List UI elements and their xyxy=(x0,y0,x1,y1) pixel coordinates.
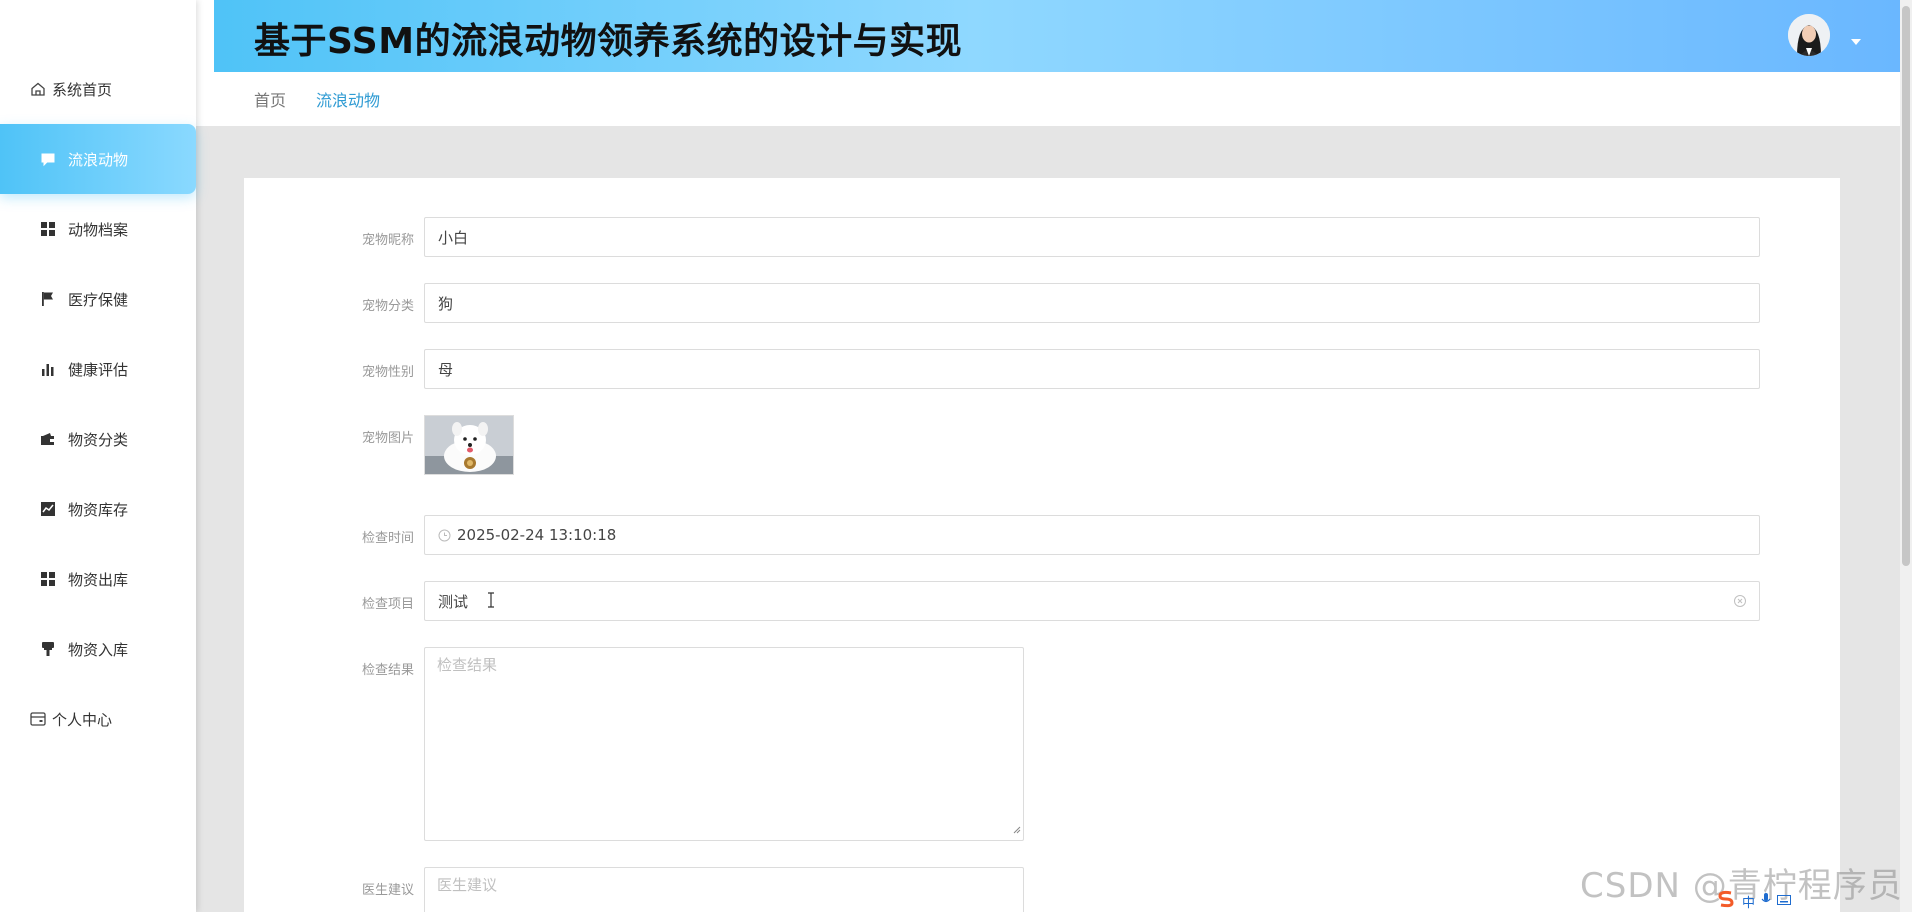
sidebar-item-label: 物资出库 xyxy=(68,570,129,589)
detail-form: 宠物昵称 小白 宠物分类 狗 宠物性别 母 宠物图片 检查时间 2025-02-… xyxy=(244,178,1840,912)
ime-mode-label[interactable]: 中 xyxy=(1742,892,1755,911)
grid-icon xyxy=(40,221,56,237)
avatar[interactable] xyxy=(1788,14,1830,56)
grid-icon xyxy=(40,571,56,587)
sidebar-item-supply-inbound[interactable]: 物资入库 xyxy=(0,614,196,684)
sidebar-item-health-assessment[interactable]: 健康评估 xyxy=(0,334,196,404)
pet-name-label: 宠物昵称 xyxy=(361,233,414,248)
breadcrumb: 首页 流浪动物 xyxy=(214,72,1900,126)
check-result-label: 检查结果 xyxy=(361,663,414,678)
text-cursor-icon xyxy=(487,592,495,612)
sidebar-item-label: 健康评估 xyxy=(68,360,129,379)
pet-gender-field[interactable]: 母 xyxy=(424,349,1760,389)
home-icon xyxy=(30,81,46,97)
breadcrumb-current: 流浪动物 xyxy=(316,91,381,110)
sidebar-item-personal-center[interactable]: 个人中心 xyxy=(0,684,196,754)
sidebar: 系统首页 流浪动物 动物档案 医疗保健 健康评估 物资分类 物资库存 物资出库 … xyxy=(0,0,196,912)
sidebar-item-label: 物资库存 xyxy=(68,500,129,519)
sidebar-item-label: 系统首页 xyxy=(52,80,113,99)
pet-category-label: 宠物分类 xyxy=(361,299,414,314)
pet-name-value: 小白 xyxy=(438,228,469,247)
sidebar-item-stray-animals[interactable]: 流浪动物 xyxy=(0,124,196,194)
sidebar-item-label: 流浪动物 xyxy=(68,150,129,169)
sidebar-item-label: 动物档案 xyxy=(68,220,129,239)
doctor-advice-textarea[interactable]: 医生建议 xyxy=(424,867,1024,912)
chat-icon xyxy=(40,151,56,167)
pet-category-field[interactable]: 狗 xyxy=(424,283,1760,323)
trend-chart-icon xyxy=(40,501,56,517)
stamp-icon xyxy=(40,641,56,657)
check-item-input[interactable]: 测试 xyxy=(424,581,1760,621)
check-result-placeholder: 检查结果 xyxy=(437,656,498,674)
sidebar-item-supply-category[interactable]: 物资分类 xyxy=(0,404,196,474)
sidebar-item-label: 医疗保健 xyxy=(68,290,129,309)
sidebar-item-supply-inventory[interactable]: 物资库存 xyxy=(0,474,196,544)
check-result-textarea[interactable]: 检查结果 xyxy=(424,647,1024,841)
sidebar-item-medical-care[interactable]: 医疗保健 xyxy=(0,264,196,334)
pet-gender-label: 宠物性别 xyxy=(361,365,414,380)
ime-toolbar[interactable]: 中 xyxy=(1716,890,1792,912)
resize-handle-icon[interactable] xyxy=(1012,820,1021,838)
sidebar-menu: 系统首页 流浪动物 动物档案 医疗保健 健康评估 物资分类 物资库存 物资出库 … xyxy=(0,54,196,754)
check-item-value: 测试 xyxy=(438,592,469,611)
doctor-advice-placeholder: 医生建议 xyxy=(437,876,498,894)
pet-name-field[interactable]: 小白 xyxy=(424,217,1760,257)
pet-image-label: 宠物图片 xyxy=(361,431,414,446)
scrollbar-thumb[interactable] xyxy=(1902,6,1910,566)
sidebar-item-home[interactable]: 系统首页 xyxy=(0,54,196,124)
keyboard-icon[interactable] xyxy=(1777,894,1792,909)
user-avatar-icon xyxy=(1788,14,1830,56)
check-time-value: 2025-02-24 13:10:18 xyxy=(457,526,617,544)
doctor-advice-label: 医生建议 xyxy=(361,883,414,898)
sidebar-item-animal-records[interactable]: 动物档案 xyxy=(0,194,196,264)
top-header: 基于SSM的流浪动物领养系统的设计与实现 xyxy=(214,0,1900,72)
dog-photo-icon xyxy=(425,416,513,474)
check-time-field[interactable]: 2025-02-24 13:10:18 xyxy=(424,515,1760,555)
check-item-label: 检查项目 xyxy=(361,597,414,612)
pet-gender-value: 母 xyxy=(438,360,454,379)
chevron-down-icon[interactable] xyxy=(1850,31,1862,50)
card-icon xyxy=(30,711,46,727)
pet-image-thumbnail[interactable] xyxy=(424,415,514,475)
microphone-icon[interactable] xyxy=(1761,892,1771,910)
breadcrumb-home[interactable]: 首页 xyxy=(254,87,286,111)
sidebar-item-label: 个人中心 xyxy=(52,710,113,729)
flag-icon xyxy=(40,291,56,307)
clock-icon xyxy=(438,529,451,542)
bar-chart-icon xyxy=(40,361,56,377)
sidebar-item-label: 物资入库 xyxy=(68,640,129,659)
page-scrollbar[interactable] xyxy=(1900,0,1912,912)
sidebar-item-supply-outbound[interactable]: 物资出库 xyxy=(0,544,196,614)
pet-category-value: 狗 xyxy=(438,294,454,313)
clear-input-icon[interactable] xyxy=(1733,594,1747,612)
wallet-icon xyxy=(40,431,56,447)
app-title: 基于SSM的流浪动物领养系统的设计与实现 xyxy=(254,21,963,62)
sidebar-item-label: 物资分类 xyxy=(68,430,129,449)
check-time-label: 检查时间 xyxy=(361,531,414,546)
sogou-logo-icon xyxy=(1716,890,1736,912)
